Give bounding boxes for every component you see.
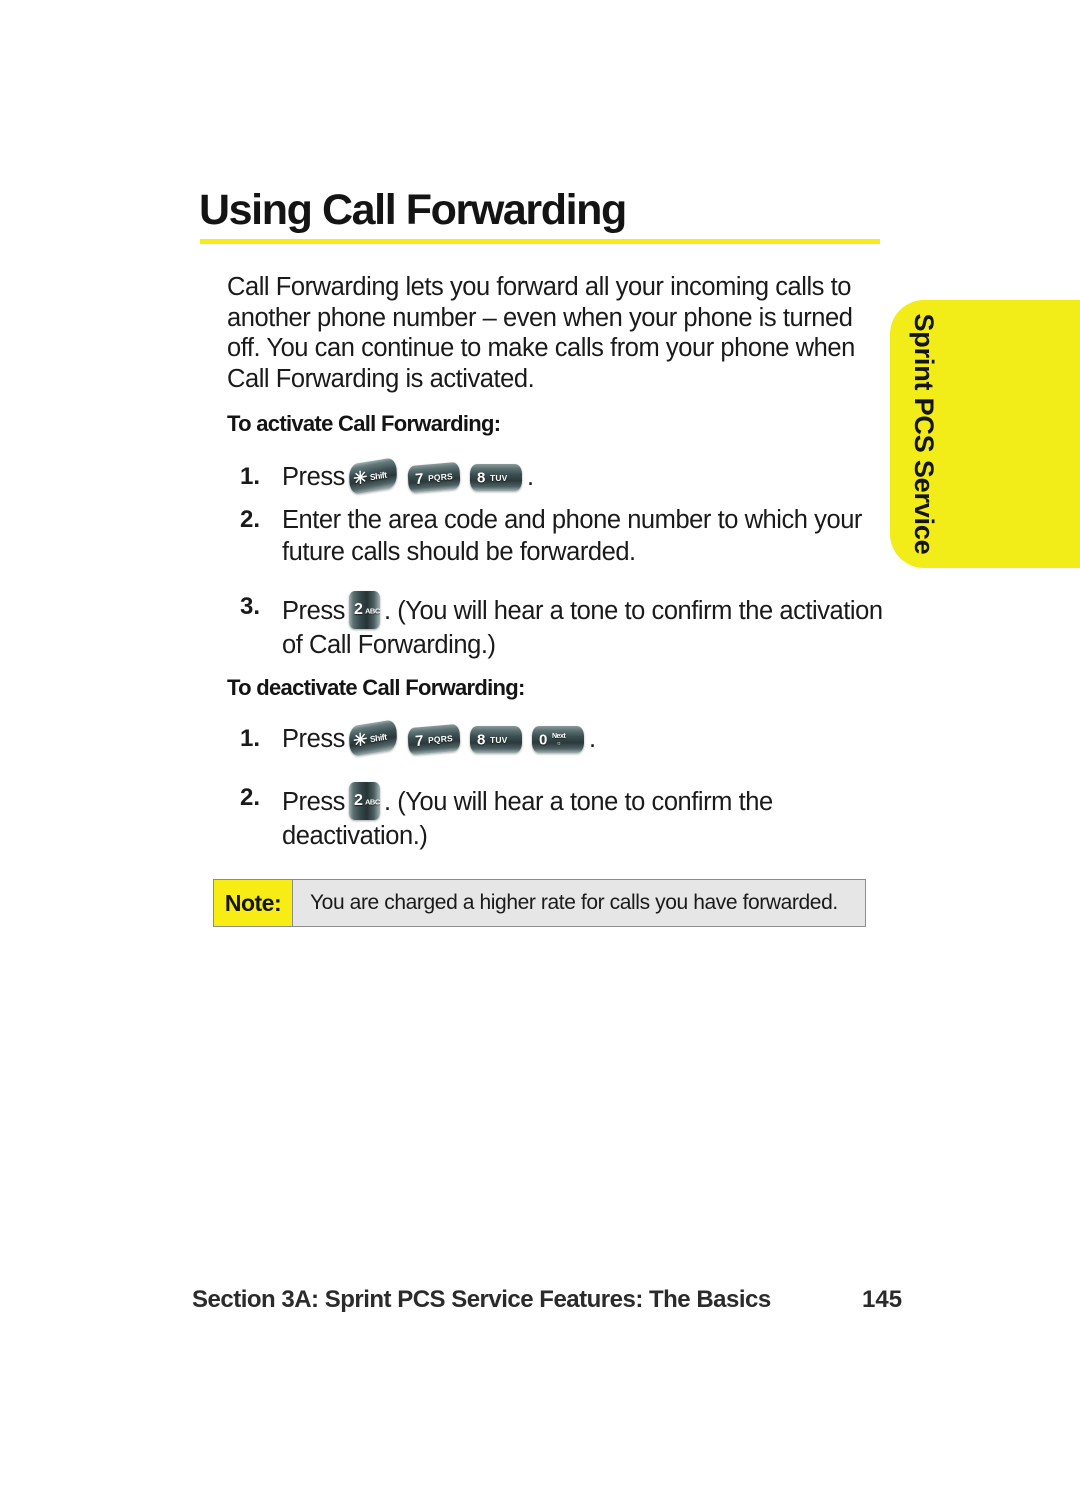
side-tab-label: Sprint PCS Service [909,313,940,555]
shift-star-key-icon: ✳ Shift [348,457,398,495]
key-digit: 8 [476,469,485,486]
2-abc-key-icon: 2 ABC [348,782,380,820]
step-text: Press 2 ABC. (You will hear a tone to conf… [282,591,900,661]
step-deactivate-2: 2. Press 2 ABC. (You will hear a tone to c… [240,782,900,852]
star-glyph: ✳ [352,729,368,751]
intro-paragraph: Call Forwarding lets you forward all you… [227,273,855,393]
step-activate-1: 1. Press ✳ Shift 7 PQRS 8 TUV. [240,457,900,495]
step-activate-2: 2. Enter the area code and phone number … [240,504,900,568]
step-activate-3: 3. Press 2 ABC. (You will hear a tone to c… [240,591,900,661]
step-number: 1. [240,725,261,752]
star-glyph: ✳ [352,467,368,489]
title-underline-rule [200,239,880,244]
shift-key-label: Shift [369,469,388,482]
key-label-bottom: ▫ [557,737,560,748]
page-title: Using Call Forwarding [199,186,627,234]
subheading-activate: To activate Call Forwarding: [227,411,501,436]
key-digit: 7 [414,731,424,750]
key-label: ABC [364,606,380,616]
footer-page-number: 145 [862,1286,903,1313]
key-digit: 0 [538,731,547,748]
step-text: Press ✳ Shift 7 PQRS 8 TUV 0 Next ▫. [282,719,900,757]
key-digit: 2 [353,792,363,809]
key-label-stack: Next ▫ [552,733,566,748]
key-label: TUV [489,472,508,483]
8-tuv-key-icon: 8 TUV [469,464,522,491]
key-label: PQRS [427,470,454,483]
step-text: Press ✳ Shift 7 PQRS 8 TUV. [282,457,900,495]
key-label: PQRS [427,732,454,745]
step-text-before: Press [282,788,345,816]
7-pqrs-key-icon: 7 PQRS [407,723,461,756]
step-number: 3. [240,593,261,620]
note-label: Note: [214,880,293,926]
step-text: Enter the area code and phone number to … [282,506,862,566]
step-text-after: . [588,725,596,753]
key-label: ABC [364,797,380,807]
key-digit: 7 [414,469,424,488]
subheading-deactivate: To deactivate Call Forwarding: [227,675,525,700]
key-label: TUV [489,734,508,745]
shift-star-key-icon: ✳ Shift [348,719,398,757]
step-text-after: . [526,463,534,491]
8-tuv-key-icon: 8 TUV [469,726,522,753]
side-tab-sprint-pcs-service: Sprint PCS Service [890,300,1080,568]
step-text-before: Press [282,463,345,491]
step-text-before: Press [282,725,345,753]
step-number: 1. [240,463,261,490]
step-text: Press 2 ABC. (You will hear a tone to conf… [282,782,900,852]
note-box: Note: You are charged a higher rate for … [213,879,866,927]
step-number: 2. [240,784,261,811]
key-digit: 8 [476,731,485,748]
shift-key-label: Shift [369,731,388,744]
key-digit: 2 [353,601,363,618]
footer-section-title: Section 3A: Sprint PCS Service Features:… [192,1286,771,1313]
manual-page: Sprint PCS Service Using Call Forwarding… [0,0,1080,1496]
step-number: 2. [240,506,261,533]
step-deactivate-1: 1. Press ✳ Shift 7 PQRS 8 TUV 0 Next ▫. [240,719,900,757]
step-text-before: Press [282,597,345,625]
note-text: You are charged a higher rate for calls … [310,891,838,914]
7-pqrs-key-icon: 7 PQRS [407,461,461,494]
2-abc-key-icon: 2 ABC [348,591,380,629]
0-next-key-icon: 0 Next ▫ [531,726,584,753]
